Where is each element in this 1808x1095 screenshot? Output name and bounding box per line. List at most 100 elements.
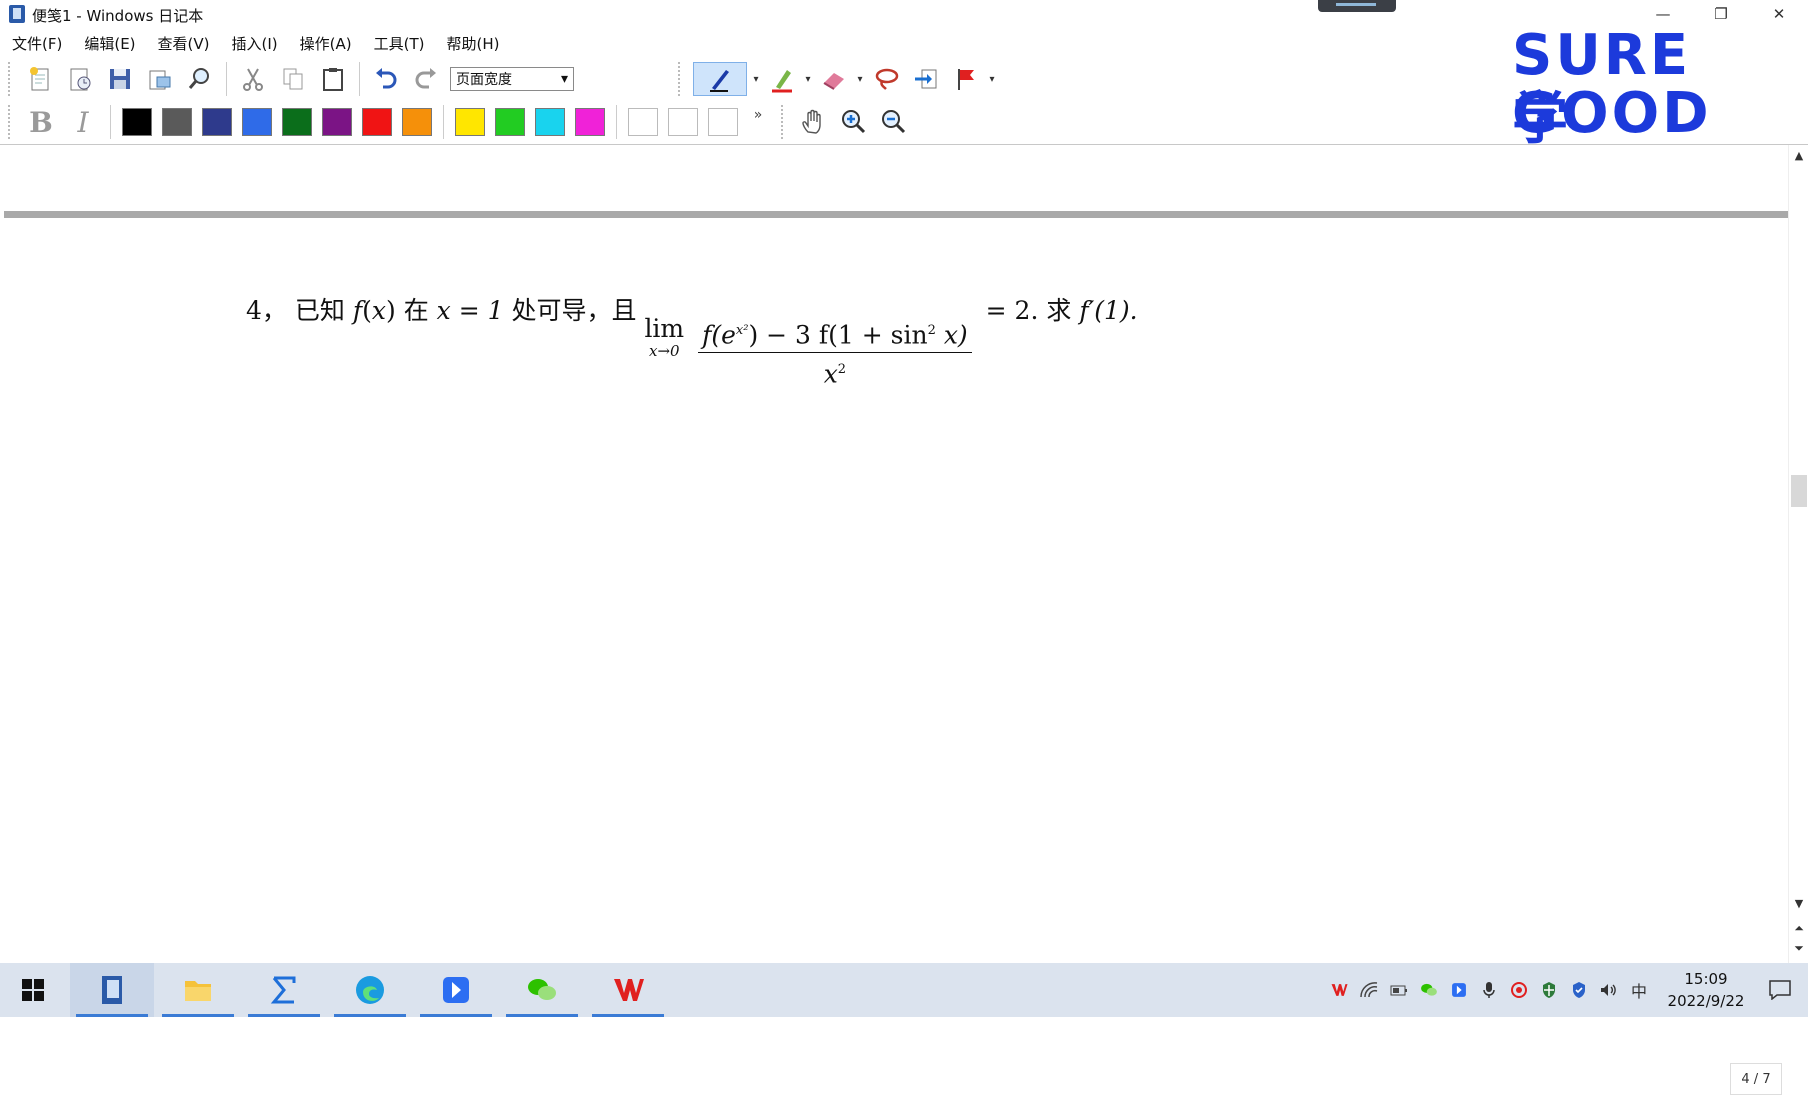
network-icon[interactable]	[1354, 963, 1384, 1017]
toolbar-grip[interactable]	[678, 62, 684, 96]
custom-swatch-1[interactable]	[628, 108, 658, 136]
microphone-icon[interactable]	[1474, 963, 1504, 1017]
taskbar-wechat[interactable]	[500, 963, 584, 1017]
zoom-in-button[interactable]	[836, 105, 870, 139]
taskbar-clock[interactable]: 15:09 2022/9/22	[1660, 968, 1752, 1012]
send-button[interactable]	[143, 62, 177, 96]
color-swatch-red[interactable]	[362, 108, 392, 136]
taskbar-journal[interactable]	[70, 963, 154, 1017]
pen-tool-button[interactable]	[693, 62, 747, 96]
color-swatch-yellow[interactable]	[455, 108, 485, 136]
math-target: f′(1).	[1079, 296, 1138, 325]
highlighter-dropdown[interactable]: ▾	[802, 62, 814, 96]
windows-logo-icon	[22, 979, 44, 1001]
volume-icon[interactable]	[1594, 963, 1624, 1017]
toolbar-overflow-button[interactable]: »	[743, 107, 773, 123]
menu-tools[interactable]: 工具(T)	[362, 28, 435, 56]
record-icon[interactable]	[1504, 963, 1534, 1017]
taskbar-explorer[interactable]	[156, 963, 240, 1017]
vertical-scrollbar[interactable]: ▲ ▼ ⏶ ⏷	[1788, 145, 1808, 963]
color-swatch-black[interactable]	[122, 108, 152, 136]
menu-edit[interactable]: 编辑(E)	[72, 28, 145, 56]
math-var: x	[371, 296, 386, 325]
custom-swatch-2[interactable]	[668, 108, 698, 136]
toolbar-grip[interactable]	[8, 105, 14, 139]
highlighter-button[interactable]	[765, 62, 799, 96]
insert-space-button[interactable]	[909, 62, 943, 96]
color-swatch-magenta[interactable]	[575, 108, 605, 136]
color-swatch-green[interactable]	[495, 108, 525, 136]
eraser-dropdown[interactable]: ▾	[854, 62, 866, 96]
menu-help[interactable]: 帮助(H)	[434, 28, 509, 56]
arrow-app-tray-icon[interactable]	[1444, 963, 1474, 1017]
zoom-out-button[interactable]	[876, 105, 910, 139]
color-swatch-purple[interactable]	[322, 108, 352, 136]
security-shield-icon[interactable]	[1534, 963, 1564, 1017]
notification-center-button[interactable]	[1752, 963, 1808, 1017]
toolbar-grip[interactable]	[781, 105, 787, 139]
start-button[interactable]	[0, 963, 66, 1017]
note-canvas[interactable]: 4， 已知 f(x) 在 x = 1 处可导，且 lim x→0 f(ex²) …	[4, 145, 1788, 1095]
lasso-button[interactable]	[869, 62, 903, 96]
menu-view[interactable]: 查看(V)	[146, 28, 220, 56]
wps-office-icon	[614, 979, 644, 1001]
new-page-icon	[30, 67, 49, 91]
problem-text: 求	[1046, 296, 1072, 325]
toolbar-grip[interactable]	[8, 62, 14, 96]
battery-icon[interactable]	[1384, 963, 1414, 1017]
color-swatch-orange[interactable]	[402, 108, 432, 136]
math-problem: 4， 已知 f(x) 在 x = 1 处可导，且 lim x→0 f(ex²) …	[246, 291, 1138, 391]
cut-button[interactable]	[236, 62, 270, 96]
taskbar-wps[interactable]	[586, 963, 670, 1017]
bold-button[interactable]: B	[26, 105, 56, 139]
scroll-thumb[interactable]	[1791, 475, 1807, 507]
new-note-button[interactable]	[23, 62, 57, 96]
clipboard-icon	[323, 68, 343, 91]
color-swatch-cyan[interactable]	[535, 108, 565, 136]
menu-actions[interactable]: 操作(A)	[288, 28, 362, 56]
wps-tray-icon[interactable]	[1324, 963, 1354, 1017]
italic-button[interactable]: I	[68, 105, 98, 139]
color-swatch-blue[interactable]	[242, 108, 272, 136]
redo-button[interactable]	[409, 62, 443, 96]
color-swatch-gray[interactable]	[162, 108, 192, 136]
save-button[interactable]	[103, 62, 137, 96]
menu-file[interactable]: 文件(F)	[0, 28, 72, 56]
copy-button[interactable]	[276, 62, 310, 96]
pan-button[interactable]	[796, 105, 830, 139]
lasso-icon	[875, 68, 899, 90]
pen-dropdown[interactable]: ▾	[750, 62, 762, 96]
presenter-grip[interactable]	[1318, 0, 1396, 12]
page-separator	[4, 211, 1788, 218]
paste-button[interactable]	[316, 62, 350, 96]
flag-button[interactable]	[949, 62, 983, 96]
taskbar-math-app[interactable]	[242, 963, 326, 1017]
problem-text: 在	[403, 296, 429, 325]
undo-button[interactable]	[369, 62, 403, 96]
open-button[interactable]	[63, 62, 97, 96]
copy-icon	[283, 68, 303, 90]
color-swatch-dark-green[interactable]	[282, 108, 312, 136]
page-indicator: 4 / 7	[1730, 1063, 1782, 1095]
wechat-tray-icon[interactable]	[1414, 963, 1444, 1017]
eraser-button[interactable]	[817, 62, 851, 96]
flag-dropdown[interactable]: ▾	[986, 62, 998, 96]
color-swatch-navy[interactable]	[202, 108, 232, 136]
zoom-in-icon	[842, 110, 866, 134]
toolbar-separator	[616, 105, 617, 139]
scissors-icon	[243, 68, 263, 91]
menu-insert[interactable]: 插入(I)	[220, 28, 288, 56]
find-button[interactable]	[183, 62, 217, 96]
format-toolbar: B I »	[0, 101, 913, 143]
next-page-icon[interactable]: ⏷	[1793, 941, 1805, 956]
defender-icon[interactable]	[1564, 963, 1594, 1017]
zoom-select[interactable]: 页面宽度 ▾	[450, 67, 574, 91]
custom-swatch-3[interactable]	[708, 108, 738, 136]
taskbar-edge[interactable]	[328, 963, 412, 1017]
lim-label: lim	[644, 314, 685, 343]
scroll-up-icon[interactable]: ▲	[1793, 149, 1805, 162]
input-method-indicator[interactable]: 中	[1624, 963, 1654, 1017]
taskbar-app-blue[interactable]	[414, 963, 498, 1017]
scroll-down-icon[interactable]: ▼	[1793, 897, 1805, 910]
prev-page-icon[interactable]: ⏶	[1793, 921, 1805, 936]
